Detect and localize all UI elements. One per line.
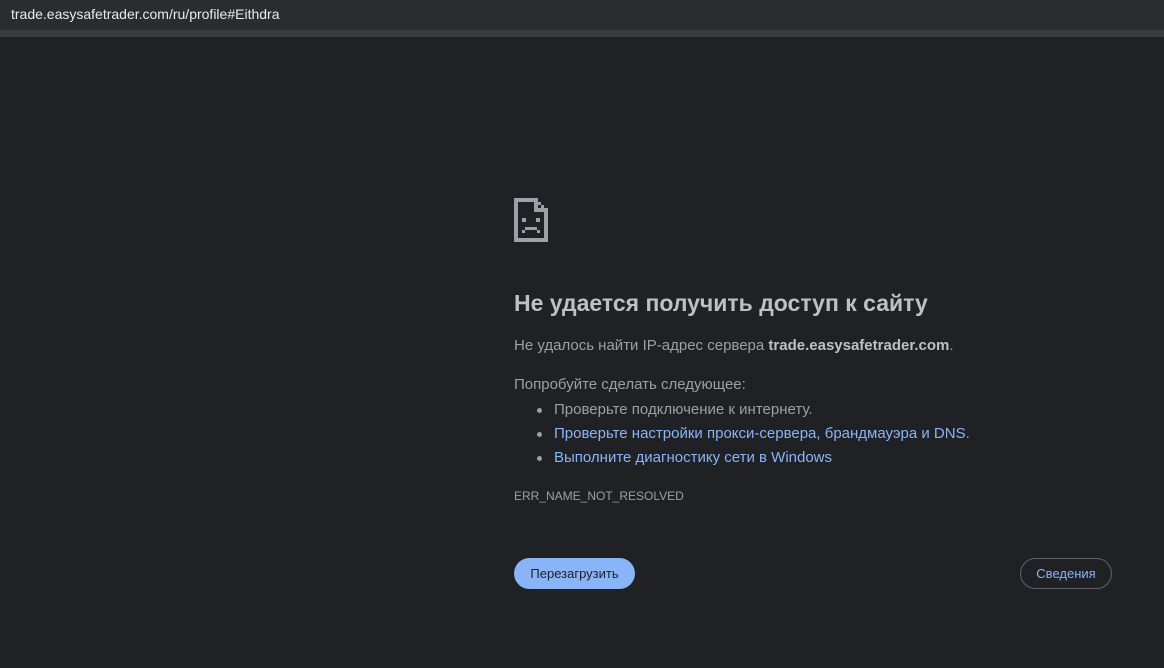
suggestion-proxy-link[interactable]: Проверьте настройки прокси-сервера, бран…	[554, 425, 966, 442]
suggestion-check-connection: Проверьте подключение к интернету.	[554, 401, 813, 418]
sad-page-icon	[514, 198, 548, 242]
error-description: Не удалось найти IP-адрес сервера trade.…	[514, 337, 954, 354]
description-host: trade.easysafetrader.com	[768, 337, 950, 354]
list-item: Проверьте подключение к интернету.	[537, 398, 970, 422]
suggestions-heading: Попробуйте сделать следующее:	[514, 376, 746, 393]
details-button[interactable]: Сведения	[1020, 558, 1112, 589]
description-prefix: Не удалось найти IP-адрес сервера	[514, 337, 769, 354]
url-text[interactable]: trade.easysafetrader.com/ru/profile#Eith…	[11, 6, 279, 22]
description-suffix: .	[949, 337, 954, 354]
address-bar[interactable]: trade.easysafetrader.com/ru/profile#Eith…	[0, 0, 1164, 30]
address-bar-divider	[0, 30, 1164, 37]
list-item: Выполните диагностику сети в Windows	[537, 446, 970, 470]
error-code: ERR_NAME_NOT_RESOLVED	[514, 489, 684, 503]
error-title: Не удается получить доступ к сайту	[514, 290, 928, 316]
suggestion-diagnostics-link[interactable]: Выполните диагностику сети в Windows	[554, 449, 832, 466]
suggestion-proxy-suffix: .	[965, 425, 970, 442]
list-item: Проверьте настройки прокси-сервера, бран…	[537, 422, 970, 446]
suggestions-list: Проверьте подключение к интернету. Прове…	[514, 398, 970, 470]
reload-button[interactable]: Перезагрузить	[514, 558, 635, 589]
